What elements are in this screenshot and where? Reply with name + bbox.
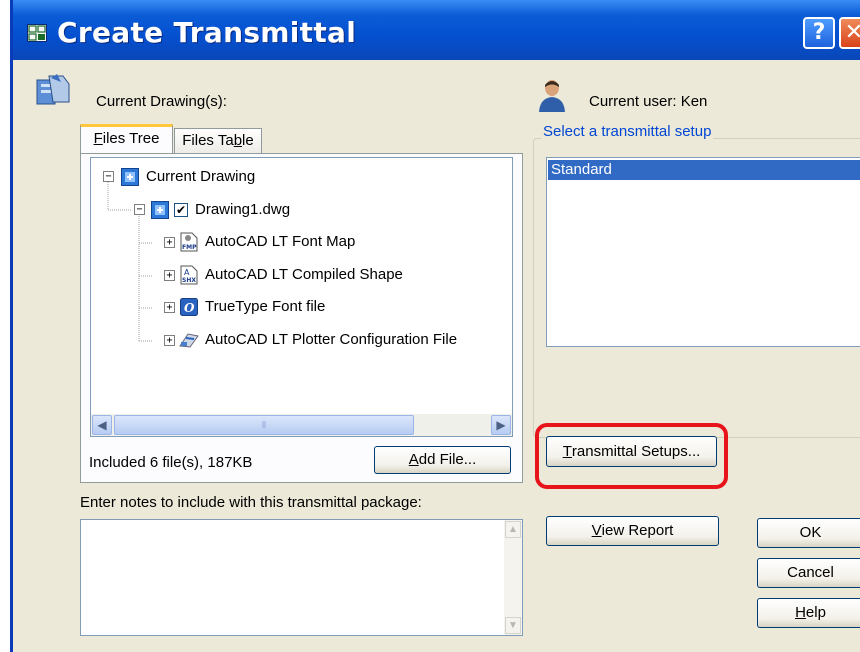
help-label: elp <box>805 604 826 621</box>
tree-item-font-map[interactable]: AutoCAD LT Font Map <box>205 233 355 255</box>
tree-item-plotter[interactable]: AutoCAD LT Plotter Configuration File <box>205 331 457 353</box>
scroll-left-button[interactable]: ◀ <box>92 415 112 435</box>
svg-text:SHX: SHX <box>182 277 196 284</box>
tree-item-drawing1[interactable]: Drawing1.dwg <box>195 201 290 223</box>
scroll-right-button[interactable]: ▶ <box>491 415 511 435</box>
help-button[interactable]: Help <box>757 598 860 628</box>
current-drawings-label: Current Drawing(s): <box>96 93 227 110</box>
notes-scroll-down[interactable]: ▼ <box>505 617 521 634</box>
tab-files-table-label-a: Files Ta <box>182 132 234 149</box>
drawings-icon <box>35 72 71 108</box>
tree-item-compiled-shape[interactable]: AutoCAD LT Compiled Shape <box>205 266 403 288</box>
expander-drawing1[interactable]: − <box>134 204 145 215</box>
scroll-thumb[interactable]: ⦀ <box>114 415 414 435</box>
transmittal-setups-button[interactable]: Transmittal Setups... <box>546 436 717 467</box>
current-user-label: Current user: Ken <box>589 93 708 110</box>
tab-files-table-accel: b <box>233 132 243 149</box>
add-file-label: dd File... <box>418 451 477 468</box>
tab-files-table-label-b: le <box>242 132 254 149</box>
tab-files-table[interactable]: Files Table <box>174 128 262 154</box>
compiled-shape-icon: SHX A <box>180 265 198 285</box>
dialog-window: Create Transmittal ? ✕ Current Drawing(s… <box>10 0 860 652</box>
setup-listbox[interactable]: Standard <box>546 157 860 347</box>
notes-label: Enter notes to include with this transmi… <box>80 494 422 511</box>
view-report-accel: V <box>591 522 602 539</box>
truetype-font-icon: O <box>180 298 198 316</box>
select-setup-label: Select a transmittal setup <box>541 123 714 140</box>
add-file-button[interactable]: Add File... <box>374 446 511 474</box>
ok-button[interactable]: OK <box>757 518 860 548</box>
files-tree-view[interactable]: − Current Drawing − ✔ Drawing1.dwg + FMP… <box>90 157 513 437</box>
expander-truetype[interactable]: + <box>164 302 175 313</box>
svg-text:FMP: FMP <box>182 244 197 251</box>
expander-compiled-shape[interactable]: + <box>164 270 175 281</box>
expander-current-drawing[interactable]: − <box>103 171 114 182</box>
current-drawing-icon <box>121 168 139 186</box>
tab-files-tree-label: iles Tree <box>102 130 160 147</box>
tree-horizontal-scrollbar[interactable]: ◀ ⦀ ▶ <box>91 414 512 436</box>
transmittal-app-icon <box>27 24 47 42</box>
view-report-button[interactable]: View Report <box>546 516 719 546</box>
help-accel: H <box>795 604 806 621</box>
drawing1-checkbox[interactable]: ✔ <box>174 203 188 217</box>
window-title: Create Transmittal <box>57 16 357 49</box>
close-button[interactable]: ✕ <box>839 17 860 49</box>
tree-item-truetype[interactable]: TrueType Font file <box>205 298 325 320</box>
transmittal-setups-accel: T <box>562 443 572 460</box>
cancel-button[interactable]: Cancel <box>757 558 860 588</box>
notes-textarea[interactable]: ▲ ▼ <box>80 519 523 636</box>
tab-files-tree-accel: F <box>93 130 103 147</box>
expander-font-map[interactable]: + <box>164 237 175 248</box>
svg-text:A: A <box>184 268 190 277</box>
drawing-icon <box>151 201 169 219</box>
notes-scroll-up[interactable]: ▲ <box>505 521 521 538</box>
user-icon <box>537 78 567 112</box>
font-map-icon: FMP <box>180 232 198 252</box>
tab-files-tree[interactable]: Files Tree <box>80 124 173 154</box>
title-bar[interactable]: Create Transmittal ? ✕ <box>13 0 860 60</box>
tree-item-current-drawing[interactable]: Current Drawing <box>146 168 255 190</box>
add-file-accel: A <box>408 451 419 468</box>
notes-scrollbar[interactable]: ▲ ▼ <box>504 520 522 635</box>
transmittal-setups-label: ransmittal Setups... <box>571 443 701 460</box>
view-report-label: iew Report <box>601 522 674 539</box>
svg-text:O: O <box>184 301 195 315</box>
title-help-button[interactable]: ? <box>803 17 835 49</box>
setup-item-standard[interactable]: Standard <box>548 160 860 180</box>
expander-plotter[interactable]: + <box>164 335 175 346</box>
plotter-config-icon <box>178 330 200 348</box>
included-files-text: Included 6 file(s), 187KB <box>89 454 253 471</box>
